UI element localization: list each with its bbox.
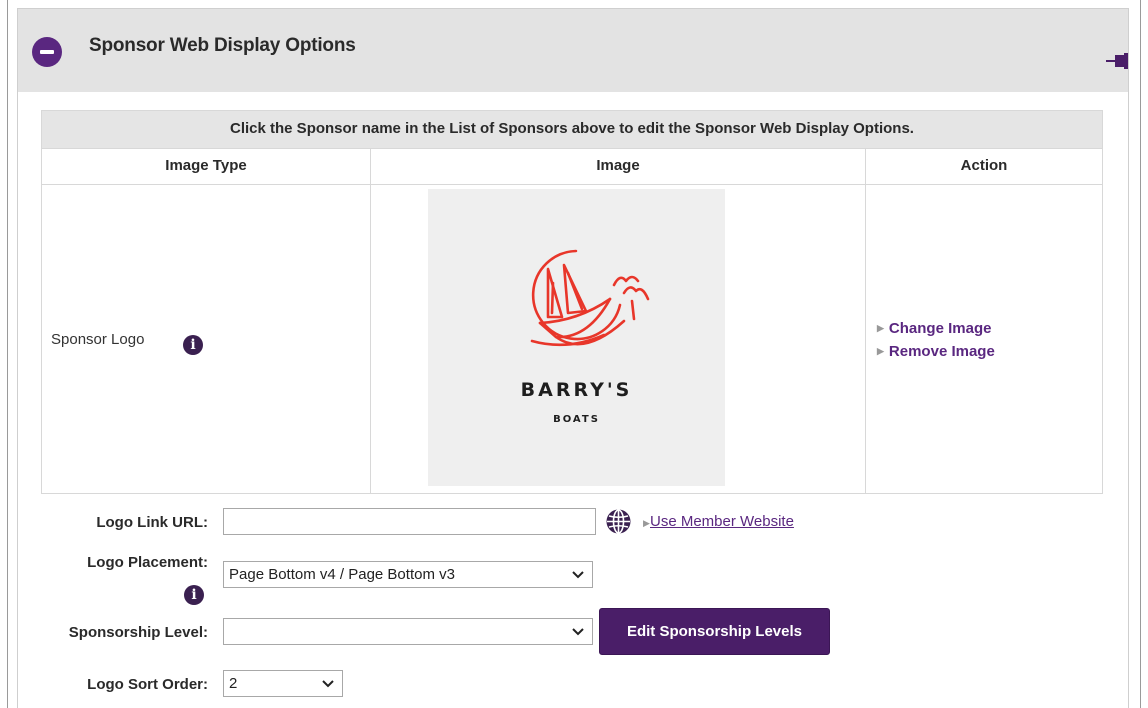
chevron-down-icon (322, 680, 334, 688)
sponsorship-level-select[interactable] (223, 618, 593, 645)
table-notice: Click the Sponsor name in the List of Sp… (42, 111, 1102, 149)
logo-sort-order-select[interactable]: 2 (223, 670, 343, 697)
remove-image-link[interactable]: ▶ Remove Image (877, 340, 995, 363)
logo-title-text: BARRY'S (520, 379, 633, 401)
header-action: Action (865, 149, 1102, 184)
chevron-down-icon (572, 571, 584, 579)
sailboat-logo-icon (530, 249, 650, 347)
minus-circle-icon[interactable] (32, 37, 62, 67)
chevron-down-icon (572, 628, 584, 636)
logo-placement-select[interactable]: Page Bottom v4 / Page Bottom v3 (223, 561, 593, 588)
use-member-website-link[interactable]: Use Member Website (650, 513, 794, 530)
pin-icon[interactable] (1104, 53, 1130, 69)
logo-placement-value: Page Bottom v4 / Page Bottom v3 (229, 566, 455, 583)
logo-link-url-input[interactable] (223, 508, 596, 535)
sponsorship-level-label: Sponsorship Level: (68, 624, 208, 641)
panel-header[interactable]: Sponsor Web Display Options (17, 8, 1129, 92)
image-type-label: Sponsor Logo (51, 331, 145, 348)
sponsor-logo-image: BARRY'S BOATS (428, 189, 725, 486)
logo-sort-order-label: Logo Sort Order: (87, 676, 208, 693)
arrow-right-icon: ▶ (643, 518, 650, 528)
table-header-row: Image Type Image Action (42, 149, 1102, 185)
globe-icon[interactable] (606, 509, 631, 534)
header-image: Image (370, 149, 865, 184)
logo-subtitle-text: BOATS (553, 414, 600, 425)
header-image-type: Image Type (165, 157, 247, 174)
action-list: ▶ Change Image ▶ Remove Image (877, 317, 995, 363)
image-type-cell: Sponsor Logo i (42, 185, 370, 493)
logo-placement-label: Logo Placement: (87, 554, 208, 571)
edit-sponsorship-levels-button[interactable]: Edit Sponsorship Levels (599, 608, 830, 655)
change-image-label: Change Image (888, 320, 992, 337)
change-image-link[interactable]: ▶ Change Image (877, 317, 995, 340)
logo-sort-order-value: 2 (229, 675, 238, 692)
logo-link-url-label: Logo Link URL: (96, 514, 208, 531)
info-icon[interactable]: i (183, 335, 203, 355)
remove-image-label: Remove Image (888, 343, 995, 360)
panel-title: Sponsor Web Display Options (89, 35, 356, 56)
info-icon[interactable]: i (184, 585, 204, 605)
